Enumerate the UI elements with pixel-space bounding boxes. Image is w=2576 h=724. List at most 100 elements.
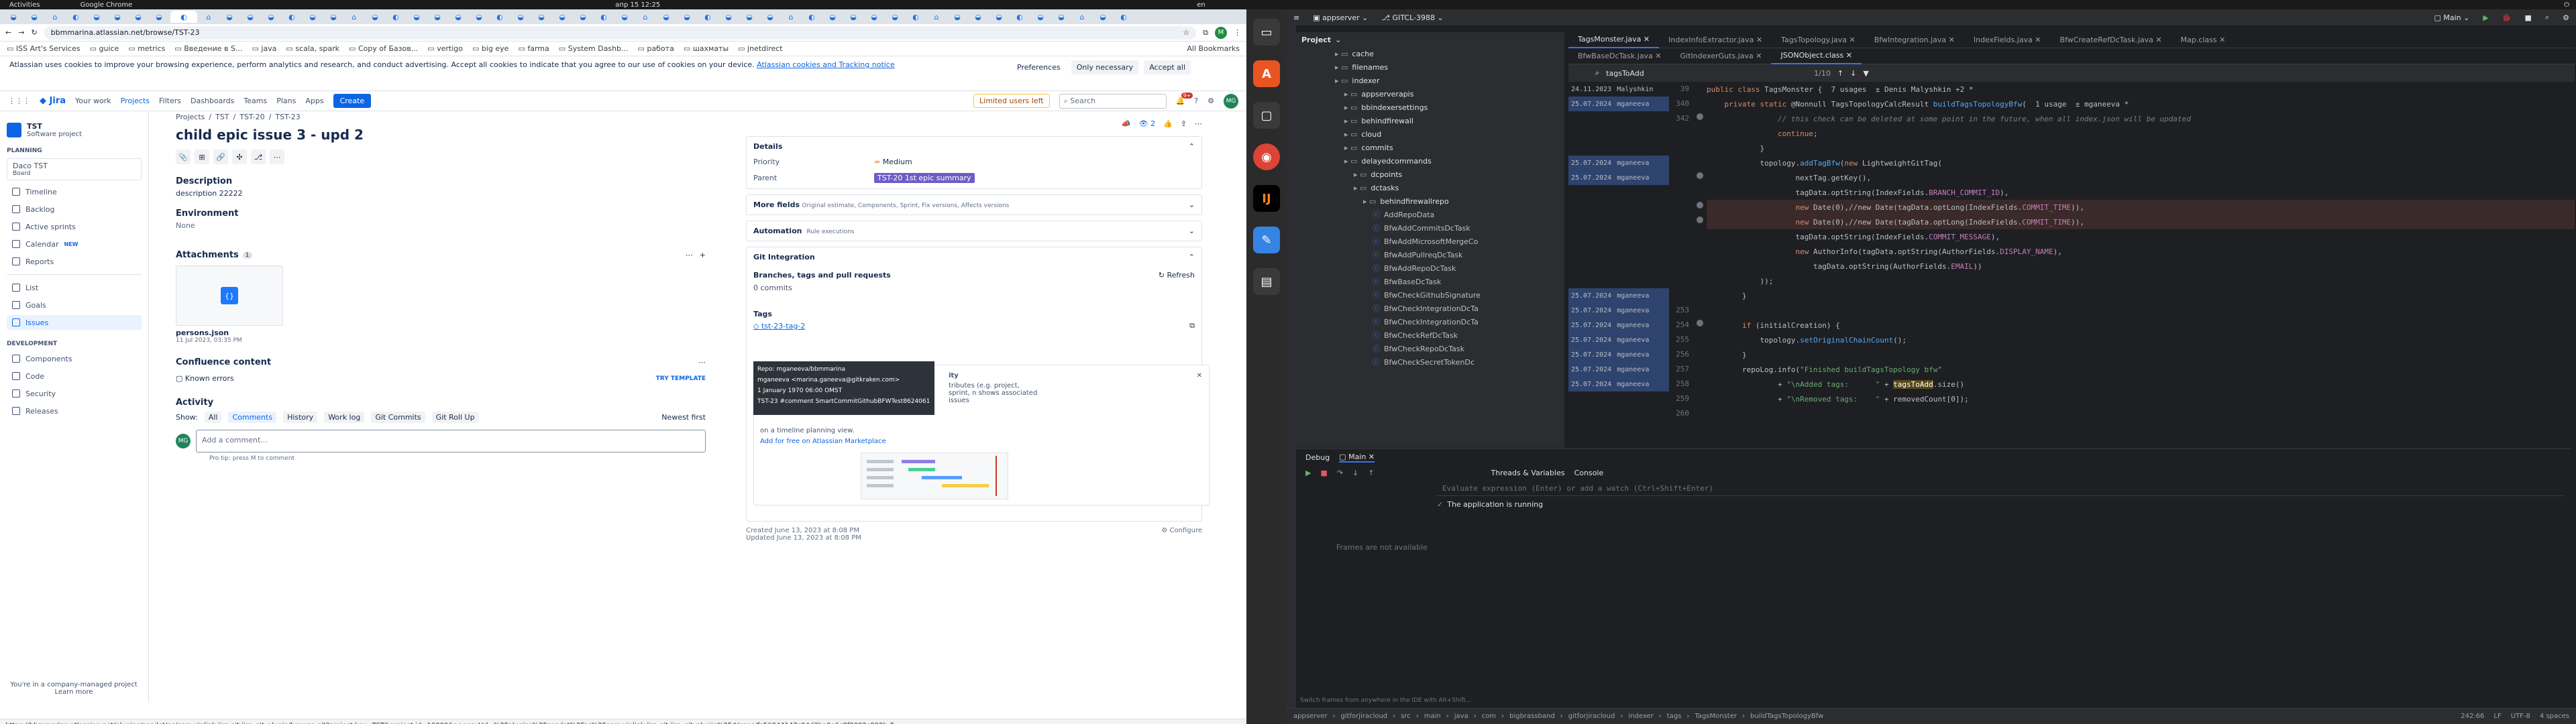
breadcrumb-item[interactable]: indexer	[1628, 713, 1653, 720]
settings-icon[interactable]: ⚙	[2563, 13, 2569, 22]
prev-match-icon[interactable]: ↑	[1837, 69, 1843, 78]
debug-session-tab[interactable]: ▢ Main ✕	[1339, 452, 1375, 463]
browser-tab[interactable]: ◐	[802, 11, 821, 23]
breadcrumb-item[interactable]: TagsMonster	[1695, 713, 1737, 720]
browser-tab[interactable]: ⌂	[636, 11, 655, 23]
limited-users-button[interactable]: Limited users left	[973, 94, 1050, 108]
evaluate-input[interactable]: Evaluate expression (Enter) or add a wat…	[1437, 481, 2564, 496]
stop-icon[interactable]: ■	[1320, 469, 1327, 477]
text-editor-icon[interactable]: ✎	[1253, 227, 1280, 253]
sidebar-item-list[interactable]: List	[7, 280, 142, 295]
sidebar-item-security[interactable]: Security	[7, 386, 142, 401]
parent-lozenge[interactable]: TST-20 1st epic summary	[874, 173, 975, 183]
terminal-icon[interactable]: ▤	[1253, 268, 1280, 295]
browser-tab[interactable]: ⌂	[782, 11, 800, 23]
sort-dropdown[interactable]: Newest first	[661, 413, 706, 422]
browser-tab[interactable]: ◒	[108, 11, 127, 23]
breadcrumb-item[interactable]: appserver	[1293, 713, 1327, 720]
priority-value[interactable]: Medium	[883, 158, 912, 166]
reload-icon[interactable]: ↻	[31, 28, 37, 37]
sidebar-item-active-sprints[interactable]: Active sprints	[7, 219, 142, 234]
help-icon[interactable]: ?	[1194, 97, 1198, 105]
browser-tab[interactable]: ◐	[386, 11, 405, 23]
share-icon[interactable]: ⇪	[1181, 119, 1187, 128]
tree-row[interactable]: ⓒ BfwCheckIntegrationDcTa	[1326, 315, 1564, 328]
editor-tab[interactable]: TagsMonster.java ✕	[1568, 32, 1660, 48]
sidebar-item-timeline[interactable]: Timeline	[7, 184, 142, 199]
browser-tab[interactable]: ◒	[989, 11, 1008, 23]
browser-tab[interactable]: ◒	[303, 11, 322, 23]
browser-tab[interactable]: ◒	[761, 11, 780, 23]
nav-your-work[interactable]: Your work	[75, 97, 111, 105]
activities-button[interactable]: Activities	[9, 1, 40, 9]
stop-icon[interactable]: ■	[2525, 13, 2532, 22]
chrome-icon[interactable]: ◉	[1253, 143, 1280, 170]
bookmark-item[interactable]: ▭ guice	[90, 44, 119, 53]
browser-tab[interactable]: ◐	[66, 11, 85, 23]
tree-row[interactable]: ⓒ BfwCheckIntegrationDcTa	[1326, 302, 1564, 315]
browser-tab[interactable]: ◒	[678, 11, 696, 23]
star-icon[interactable]: ☆	[1183, 28, 1189, 37]
tree-row[interactable]: ⓒ BfwCheckSecretTokenDc	[1326, 355, 1564, 369]
known-errors-item[interactable]: ▢ Known errors	[176, 374, 234, 383]
tree-row[interactable]: ▸ ▭ bbindexersettings	[1326, 101, 1564, 114]
project-name[interactable]: TST	[27, 122, 82, 131]
breakpoint-icon[interactable]	[1697, 113, 1703, 120]
tree-row[interactable]: ⓒ BfwAddPullreqDcTask	[1326, 248, 1564, 261]
chevron-down-icon[interactable]: ⌄	[1335, 36, 1341, 44]
tree-row[interactable]: ⓒ BfwCheckRepoDcTask	[1326, 342, 1564, 355]
bookmark-item[interactable]: ▭ шахматы	[684, 44, 729, 53]
ide-menu-icon[interactable]: ≡	[1293, 13, 1299, 22]
browser-tab[interactable]: ◒	[969, 11, 987, 23]
tree-row[interactable]: ▸ ▭ dctasks	[1326, 181, 1564, 194]
browser-tab[interactable]: ◒	[470, 11, 488, 23]
step-into-icon[interactable]: ↓	[1352, 469, 1358, 477]
status-item[interactable]: LF	[2493, 713, 2501, 720]
tree-row[interactable]: ▸ ▭ filenames	[1326, 60, 1564, 74]
browser-tab[interactable]: ◒	[532, 11, 551, 23]
step-out-icon[interactable]: ↑	[1368, 469, 1374, 477]
browser-tab[interactable]: ◐	[906, 11, 925, 23]
browser-tab[interactable]: ◒	[511, 11, 530, 23]
status-item[interactable]: UTF-8	[2511, 713, 2530, 720]
external-link-icon[interactable]: ⧉	[1189, 321, 1195, 330]
search-icon[interactable]: ⌕	[2545, 13, 2549, 22]
browser-tab[interactable]: ◒	[615, 11, 634, 23]
console-tab[interactable]: Console	[1574, 469, 1604, 477]
bookmark-item[interactable]: ▭ Copy of Базов...	[349, 44, 418, 53]
accept-all-button[interactable]: Accept all	[1144, 60, 1191, 74]
tree-row[interactable]: ⓒ BfwCheckRefDcTask	[1326, 328, 1564, 342]
nav-plans[interactable]: Plans	[276, 97, 296, 105]
breakpoint-icon[interactable]	[1697, 172, 1703, 179]
browser-tab[interactable]: ◐	[1114, 11, 1133, 23]
bookmark-item[interactable]: ▭ java	[252, 44, 276, 53]
tree-row[interactable]: ⓒ AddRepoData	[1326, 208, 1564, 221]
sidebar-item-backlog[interactable]: Backlog	[7, 202, 142, 217]
like-icon[interactable]: 👍	[1163, 119, 1173, 128]
tree-row[interactable]: ▸ ▭ cache	[1326, 47, 1564, 60]
more-icon[interactable]: ⋯	[698, 358, 706, 367]
activity-tab-worklog[interactable]: Work log	[324, 412, 365, 423]
nav-filters[interactable]: Filters	[159, 97, 181, 105]
back-icon[interactable]: ←	[5, 28, 11, 37]
browser-tab[interactable]: ◒	[823, 11, 842, 23]
browser-tab[interactable]: ◒	[885, 11, 904, 23]
resume-icon[interactable]: ▶	[1305, 469, 1311, 477]
breadcrumb-issue[interactable]: TST-23	[275, 113, 300, 121]
tree-row[interactable]: ▸ ▭ cloud	[1326, 127, 1564, 141]
bookmark-item[interactable]: ▭ ISS Art's Services	[7, 44, 80, 53]
editor-tab[interactable]: BfwBaseDcTask.java ✕	[1568, 48, 1671, 64]
tree-row[interactable]: ▸ ▭ behindfirewallrepo	[1326, 194, 1564, 208]
browser-tab[interactable]: ◒	[844, 11, 863, 23]
nav-projects[interactable]: Projects	[121, 97, 150, 105]
environment-value[interactable]: None	[176, 221, 706, 230]
tag-link[interactable]: ◇ tst-23-tag-2	[753, 322, 805, 330]
browser-tab[interactable]: ◒	[407, 11, 426, 23]
find-input[interactable]: tagsToAdd	[1606, 69, 1807, 78]
tree-row[interactable]: ⓒ BfwAddCommitsDcTask	[1326, 221, 1564, 235]
child-issue-icon[interactable]: ⊞	[195, 149, 209, 164]
attachment-name[interactable]: persons.json	[176, 328, 706, 337]
browser-tab[interactable]: ◒	[220, 11, 239, 23]
notifications-icon[interactable]: 🔔 9+	[1176, 93, 1193, 105]
browser-tab[interactable]: ◒	[366, 11, 384, 23]
